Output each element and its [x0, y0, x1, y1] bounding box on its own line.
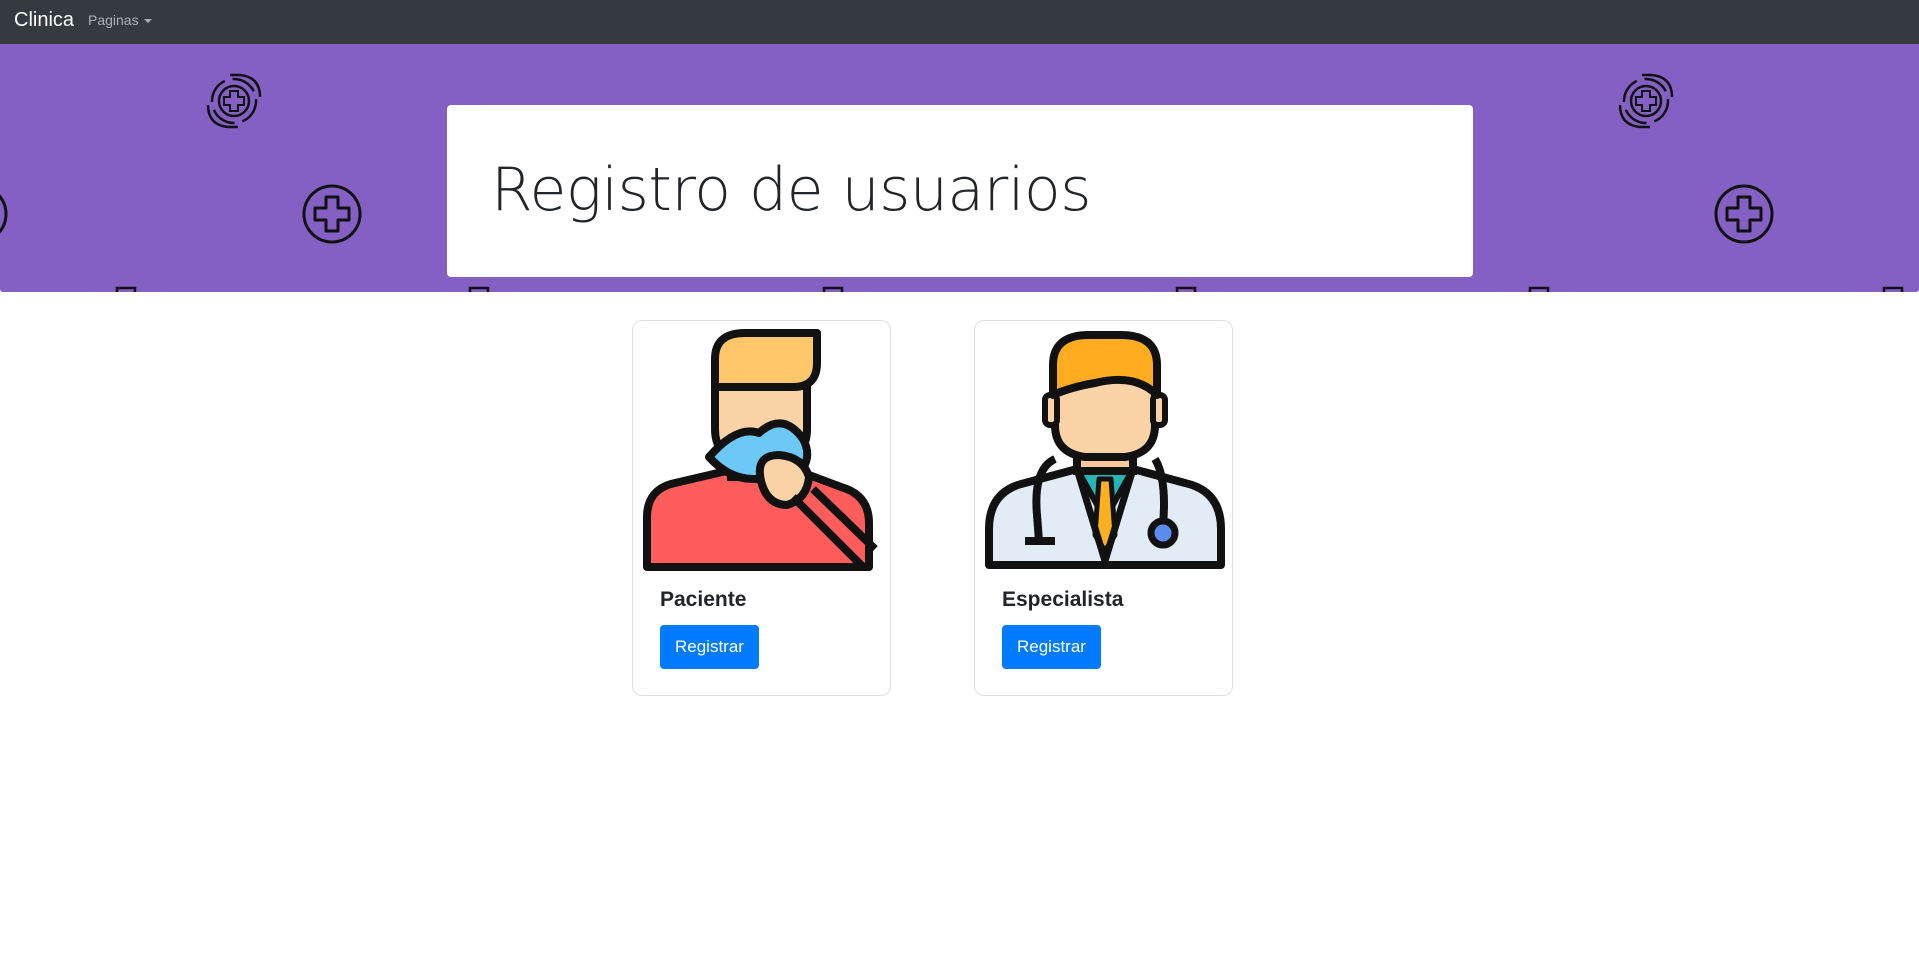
caret-down-icon	[143, 18, 152, 23]
hero-banner: Registro de usuarios	[0, 44, 1919, 292]
specialist-card: Especialista Registrar	[974, 320, 1233, 696]
jumbotron: Registro de usuarios	[447, 105, 1473, 277]
sick-patient-illustration-icon	[643, 329, 878, 571]
paginas-dropdown-label: Paginas	[88, 12, 139, 28]
patient-card-title: Paciente	[660, 588, 747, 611]
page-title: Registro de usuarios	[491, 155, 1091, 225]
specialist-card-title: Especialista	[1002, 588, 1124, 611]
doctor-illustration-icon	[985, 331, 1225, 569]
top-navbar: Clinica Paginas	[0, 0, 1919, 44]
navbar-brand[interactable]: Clinica	[14, 9, 74, 31]
register-specialist-button[interactable]: Registrar	[1002, 625, 1101, 669]
paginas-dropdown[interactable]: Paginas	[88, 12, 152, 28]
patient-card: Paciente Registrar	[632, 320, 891, 696]
register-patient-button[interactable]: Registrar	[660, 625, 759, 669]
